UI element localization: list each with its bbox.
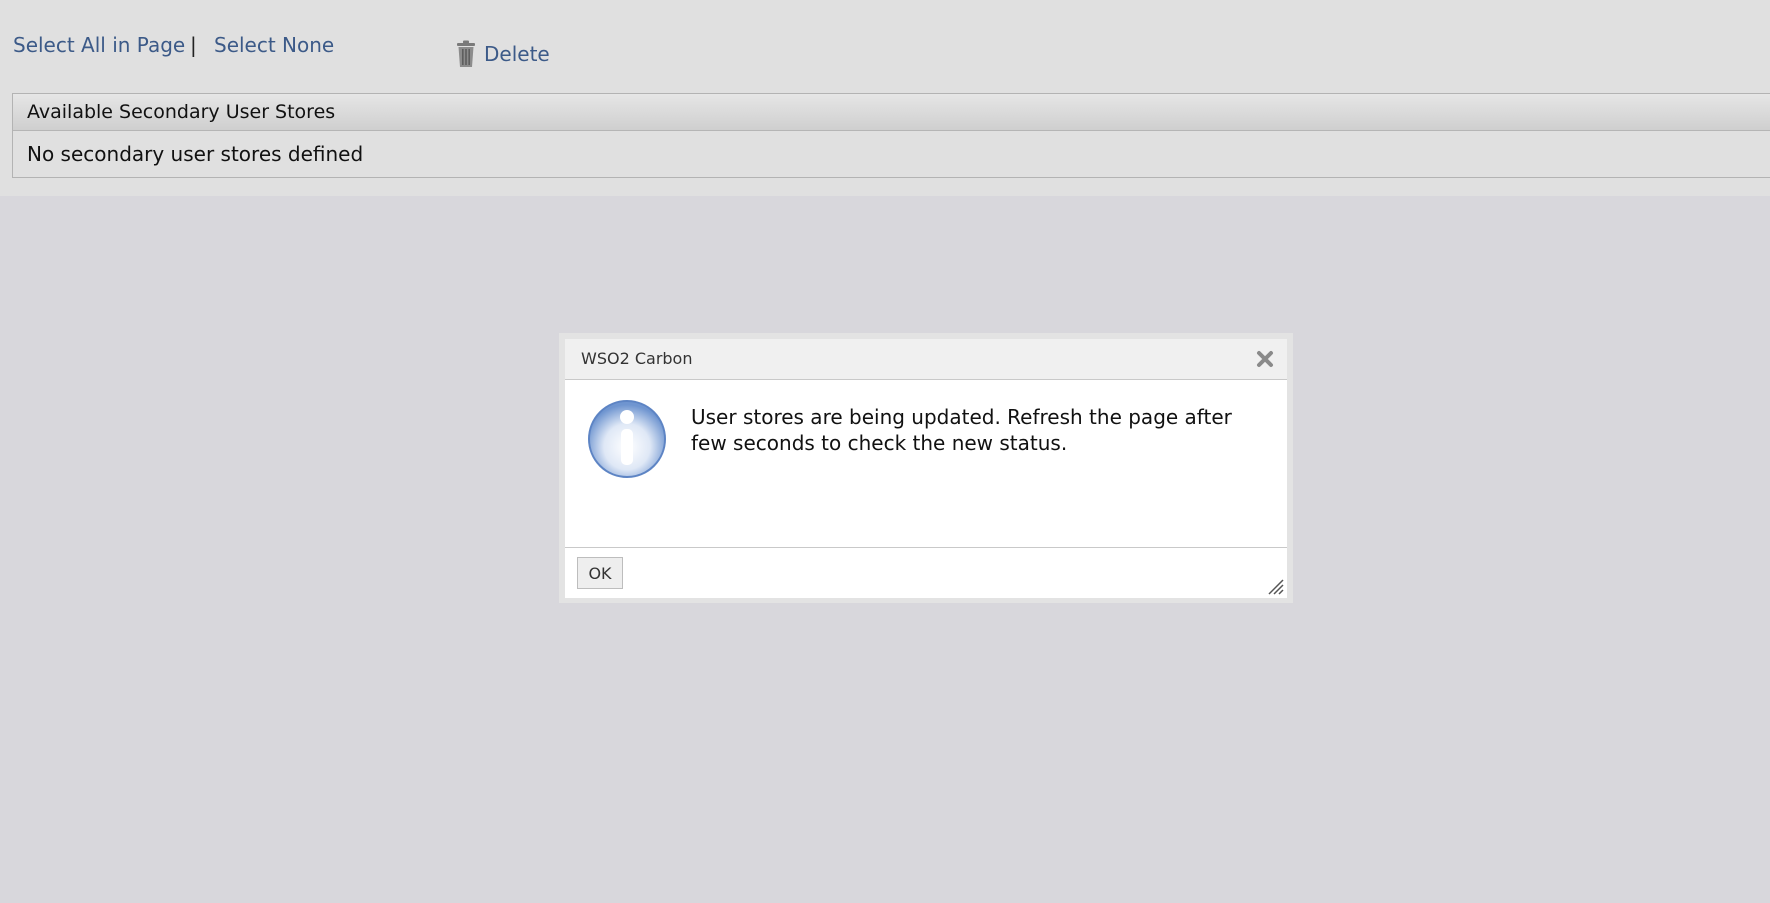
user-stores-table: Available Secondary User Stores No secon… (12, 93, 1770, 178)
content-area: Select All in Page | Select None Delete … (0, 0, 1770, 196)
select-all-link[interactable]: Select All in Page (13, 33, 185, 57)
dialog-message: User stores are being updated. Refresh t… (691, 405, 1232, 455)
select-none-link[interactable]: Select None (214, 33, 334, 57)
dialog-title: WSO2 Carbon (581, 349, 693, 368)
table-empty-message: No secondary user stores defined (27, 142, 364, 166)
delete-link[interactable]: Delete (484, 42, 550, 66)
trash-icon (457, 40, 475, 67)
info-dialog: WSO2 Carbon User stores are being update… (565, 339, 1287, 598)
table-header: Available Secondary User Stores (13, 94, 1770, 131)
page: Select All in Page | Select None Delete … (0, 0, 1770, 903)
delete-action[interactable]: Delete (454, 40, 550, 68)
dialog-frame: WSO2 Carbon User stores are being update… (559, 333, 1293, 603)
info-icon (588, 400, 666, 478)
close-icon[interactable] (1255, 349, 1275, 369)
ok-button[interactable]: OK (577, 557, 623, 589)
resize-grip-icon[interactable] (1265, 576, 1285, 596)
dialog-titlebar[interactable]: WSO2 Carbon (565, 339, 1287, 380)
toolbar-separator: | (190, 33, 197, 57)
dialog-footer: OK (565, 547, 1287, 598)
